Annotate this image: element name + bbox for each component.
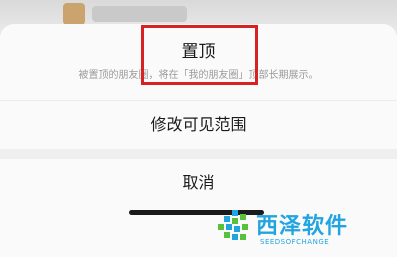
cancel-button[interactable]: 取消 [0,159,397,207]
watermark-title: 西泽软件 [256,214,349,239]
edit-visibility-option[interactable]: 修改可见范围 [0,101,397,149]
blurred-avatar [63,3,85,25]
highlight-box [141,25,258,85]
watermark: 西泽软件 SEEDSOFCHANGE [218,208,388,252]
watermark-logo-icon [218,210,248,240]
section-gap [0,149,397,159]
watermark-subtitle: SEEDSOFCHANGE [260,238,330,246]
blurred-text [92,6,187,22]
